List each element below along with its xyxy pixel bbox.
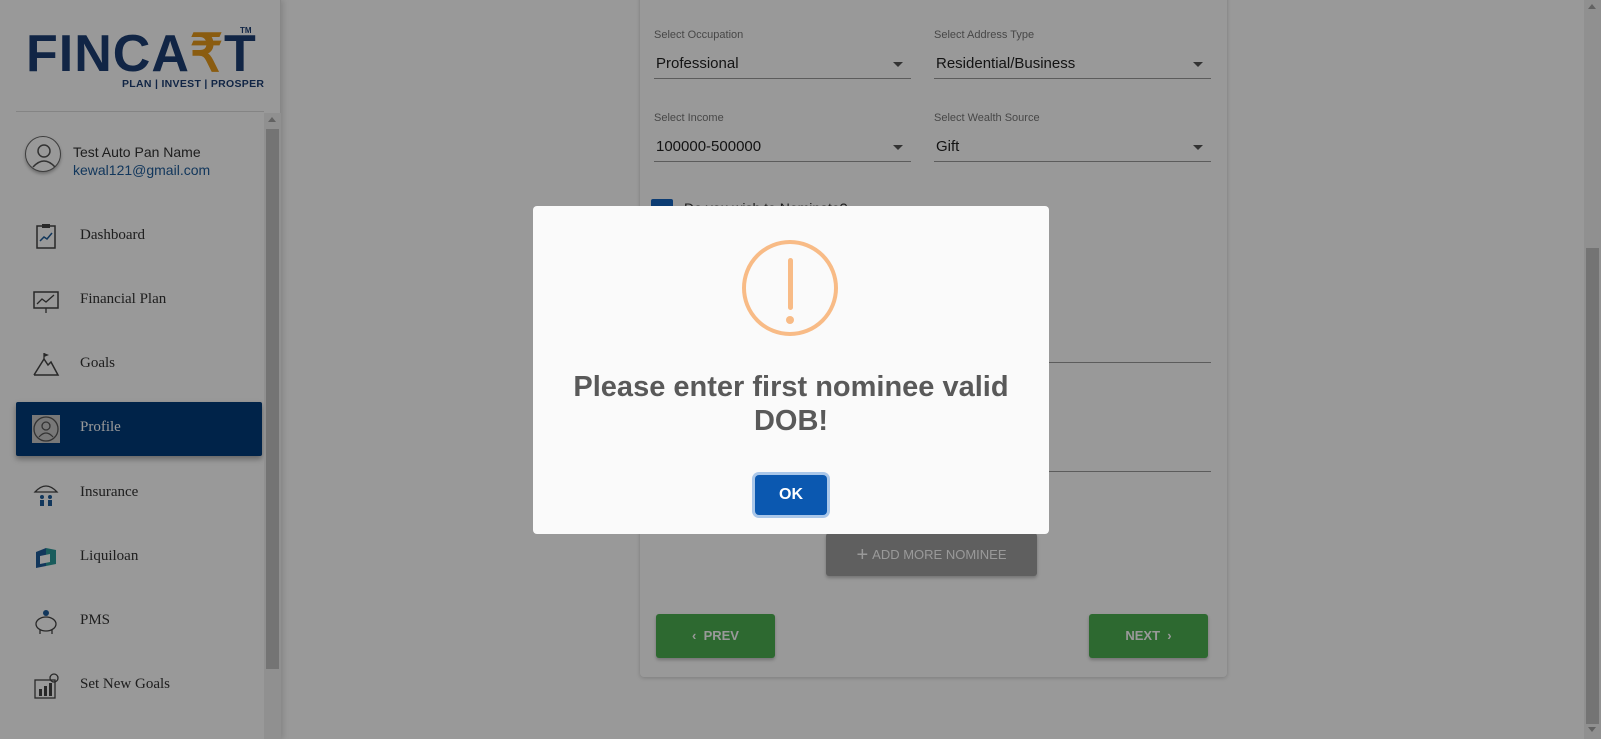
alert-message: Please enter first nominee valid DOB! — [573, 371, 1009, 437]
warning-icon — [742, 240, 838, 336]
ok-button[interactable]: OK — [755, 475, 827, 515]
alert-dialog: Please enter first nominee valid DOB! OK — [533, 206, 1049, 534]
